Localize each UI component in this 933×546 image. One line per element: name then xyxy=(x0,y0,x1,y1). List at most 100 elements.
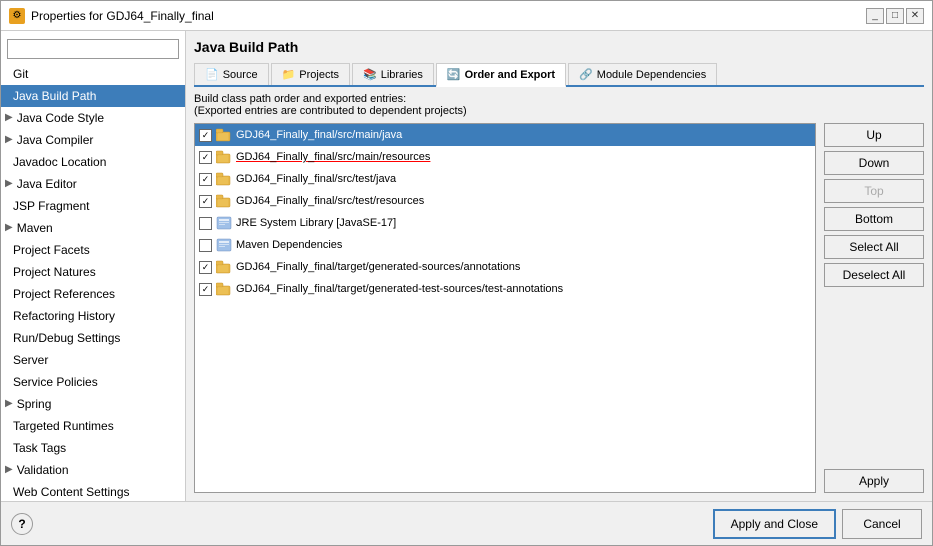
sidebar-item-label: Server xyxy=(13,351,48,369)
lib-icon xyxy=(216,215,232,231)
right-panel: Up Down Top Bottom Select All Deselect A… xyxy=(824,123,924,493)
folder-icon xyxy=(216,127,232,143)
checkbox[interactable] xyxy=(199,151,212,164)
checkbox[interactable] xyxy=(199,239,212,252)
sidebar-item-jsp[interactable]: JSP Fragment xyxy=(1,195,185,217)
bottom-bar: ? Apply and Close Cancel xyxy=(1,501,932,545)
tab-libraries[interactable]: 📚 Libraries xyxy=(352,63,434,85)
tab-projects-label: Projects xyxy=(299,69,339,81)
sidebar-item-label: Service Policies xyxy=(13,373,98,391)
sidebar-item-label: Maven xyxy=(17,219,53,237)
item-label: GDJ64_Finally_final/src/main/java xyxy=(236,129,402,141)
item-label: GDJ64_Finally_final/src/test/resources xyxy=(236,195,424,207)
main-content: Java Build Path 📄 Source 📁 Projects 📚 Li… xyxy=(186,31,932,501)
folder-icon xyxy=(216,281,232,297)
checkbox[interactable] xyxy=(199,283,212,296)
maximize-button[interactable]: □ xyxy=(886,8,904,24)
sidebar-item-java-compiler[interactable]: ▶ Java Compiler xyxy=(1,129,185,151)
source-icon: 📄 xyxy=(205,68,219,81)
tab-source[interactable]: 📄 Source xyxy=(194,63,269,85)
sidebar-item-project-facets[interactable]: Project Facets xyxy=(1,239,185,261)
projects-icon: 📁 xyxy=(282,68,296,81)
top-button[interactable]: Top xyxy=(824,179,924,203)
sidebar-item-validation[interactable]: ▶ Validation xyxy=(1,459,185,481)
folder-icon xyxy=(216,193,232,209)
folder-icon xyxy=(216,259,232,275)
dialog: ⚙ Properties for GDJ64_Finally_final _ □… xyxy=(0,0,933,546)
sidebar-item-task-tags[interactable]: Task Tags xyxy=(1,437,185,459)
sidebar-item-service-policies[interactable]: Service Policies xyxy=(1,371,185,393)
folder-icon xyxy=(216,171,232,187)
section-title: Java Build Path xyxy=(194,39,924,55)
dialog-title: Properties for GDJ64_Finally_final xyxy=(31,9,214,23)
list-item[interactable]: GDJ64_Finally_final/target/generated-tes… xyxy=(195,278,815,300)
tab-projects[interactable]: 📁 Projects xyxy=(271,63,350,85)
list-item[interactable]: GDJ64_Finally_final/src/test/resources xyxy=(195,190,815,212)
sidebar-item-git[interactable]: Git xyxy=(1,63,185,85)
sidebar-item-label: Project References xyxy=(13,285,115,303)
lib-icon xyxy=(216,237,232,253)
down-button[interactable]: Down xyxy=(824,151,924,175)
sidebar-item-label: JSP Fragment xyxy=(13,197,89,215)
bottom-button[interactable]: Bottom xyxy=(824,207,924,231)
description-line1: Build class path order and exported entr… xyxy=(194,93,924,105)
sidebar-item-java-editor[interactable]: ▶ Java Editor xyxy=(1,173,185,195)
sidebar-item-label: Project Natures xyxy=(13,263,96,281)
help-button[interactable]: ? xyxy=(11,513,33,535)
sidebar-item-web-content[interactable]: Web Content Settings xyxy=(1,481,185,501)
list-item[interactable]: GDJ64_Finally_final/src/main/java xyxy=(195,124,815,146)
cancel-button[interactable]: Cancel xyxy=(842,509,922,539)
item-label: GDJ64_Finally_final/target/generated-sou… xyxy=(236,261,520,273)
deselect-all-button[interactable]: Deselect All xyxy=(824,263,924,287)
list-item[interactable]: GDJ64_Finally_final/src/test/java xyxy=(195,168,815,190)
checkbox[interactable] xyxy=(199,129,212,142)
sidebar-item-project-natures[interactable]: Project Natures xyxy=(1,261,185,283)
item-label: GDJ64_Finally_final/src/main/resources xyxy=(236,151,430,163)
sidebar-item-targeted-runtimes[interactable]: Targeted Runtimes xyxy=(1,415,185,437)
list-item[interactable]: GDJ64_Finally_final/target/generated-sou… xyxy=(195,256,815,278)
folder-icon xyxy=(216,149,232,165)
sidebar-item-label: Run/Debug Settings xyxy=(13,329,120,347)
sidebar-item-label: Javadoc Location xyxy=(13,153,106,171)
tab-module-dependencies[interactable]: 🔗 Module Dependencies xyxy=(568,63,717,85)
sidebar-item-label: Java Editor xyxy=(17,175,77,193)
tab-order-export-label: Order and Export xyxy=(465,69,555,81)
list-item[interactable]: JRE System Library [JavaSE-17] xyxy=(195,212,815,234)
arrow-icon: ▶ xyxy=(5,461,13,479)
apply-side-button[interactable]: Apply xyxy=(824,469,924,493)
sidebar-item-java-build-path[interactable]: Java Build Path xyxy=(1,85,185,107)
arrow-icon: ▶ xyxy=(5,395,13,413)
sidebar-item-label: Task Tags xyxy=(13,439,66,457)
tab-libraries-label: Libraries xyxy=(381,69,423,81)
module-dep-icon: 🔗 xyxy=(579,68,593,81)
list-item[interactable]: Maven Dependencies xyxy=(195,234,815,256)
search-input[interactable] xyxy=(7,39,179,59)
sidebar-item-maven[interactable]: ▶ Maven xyxy=(1,217,185,239)
item-label: JRE System Library [JavaSE-17] xyxy=(236,217,396,229)
sidebar-item-project-references[interactable]: Project References xyxy=(1,283,185,305)
dialog-icon: ⚙ xyxy=(9,8,25,24)
sidebar-item-java-code-style[interactable]: ▶ Java Code Style xyxy=(1,107,185,129)
select-all-button[interactable]: Select All xyxy=(824,235,924,259)
checkbox[interactable] xyxy=(199,217,212,230)
sidebar-item-label: Spring xyxy=(17,395,52,413)
sidebar: Git Java Build Path ▶ Java Code Style ▶ … xyxy=(1,31,186,501)
minimize-button[interactable]: _ xyxy=(866,8,884,24)
sidebar-item-server[interactable]: Server xyxy=(1,349,185,371)
checkbox[interactable] xyxy=(199,173,212,186)
close-button[interactable]: ✕ xyxy=(906,8,924,24)
sidebar-item-javadoc[interactable]: Javadoc Location xyxy=(1,151,185,173)
sidebar-item-refactoring[interactable]: Refactoring History xyxy=(1,305,185,327)
apply-and-close-button[interactable]: Apply and Close xyxy=(713,509,836,539)
sidebar-item-label: Project Facets xyxy=(13,241,90,259)
tab-order-export[interactable]: 🔄 Order and Export xyxy=(436,63,566,87)
list-item[interactable]: GDJ64_Finally_final/src/main/resources xyxy=(195,146,815,168)
title-bar: ⚙ Properties for GDJ64_Finally_final _ □… xyxy=(1,1,932,31)
item-label: GDJ64_Finally_final/src/test/java xyxy=(236,173,396,185)
checkbox[interactable] xyxy=(199,261,212,274)
build-path-list[interactable]: GDJ64_Finally_final/src/main/java GDJ64_… xyxy=(194,123,816,493)
sidebar-item-run-debug[interactable]: Run/Debug Settings xyxy=(1,327,185,349)
up-button[interactable]: Up xyxy=(824,123,924,147)
sidebar-item-spring[interactable]: ▶ Spring xyxy=(1,393,185,415)
checkbox[interactable] xyxy=(199,195,212,208)
